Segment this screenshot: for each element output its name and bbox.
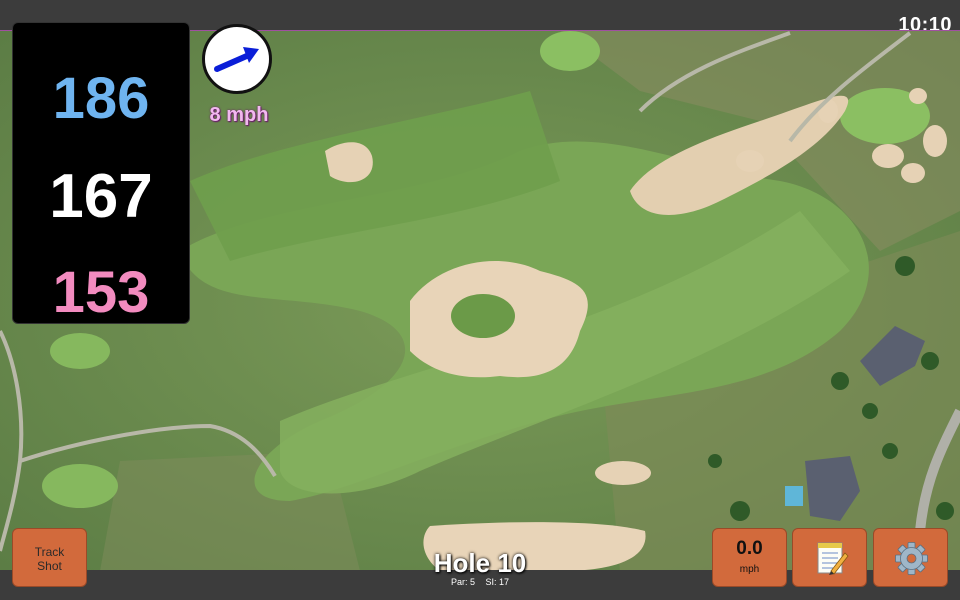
wind-speed: 8 mph — [209, 104, 269, 126]
speed-value: 0.0 — [736, 538, 763, 559]
settings-button[interactable] — [873, 528, 948, 587]
wind-indicator — [202, 24, 272, 94]
distance-panel: 186 167 153 — [12, 22, 190, 325]
hole-title: Hole 10 — [433, 548, 527, 578]
hole-par: Par: 5 — [450, 577, 475, 587]
speed-unit: mph — [739, 564, 760, 575]
track-shot-button[interactable]: Track Shot — [12, 528, 87, 587]
back-distance: 186 — [52, 66, 150, 131]
speed-button[interactable]: 0.0 mph — [712, 528, 787, 587]
hole-stroke-index: SI: 17 — [485, 577, 510, 587]
middle-distance: 167 — [49, 162, 153, 231]
track-shot-label: Track Shot — [34, 545, 65, 573]
gear-icon — [895, 542, 928, 575]
notes-button[interactable] — [792, 528, 867, 587]
front-distance: 153 — [52, 260, 150, 325]
hole-info: Par: 5 SI: 17 — [380, 577, 580, 587]
notepad-icon — [817, 542, 849, 575]
arrow-right-icon — [214, 47, 259, 72]
